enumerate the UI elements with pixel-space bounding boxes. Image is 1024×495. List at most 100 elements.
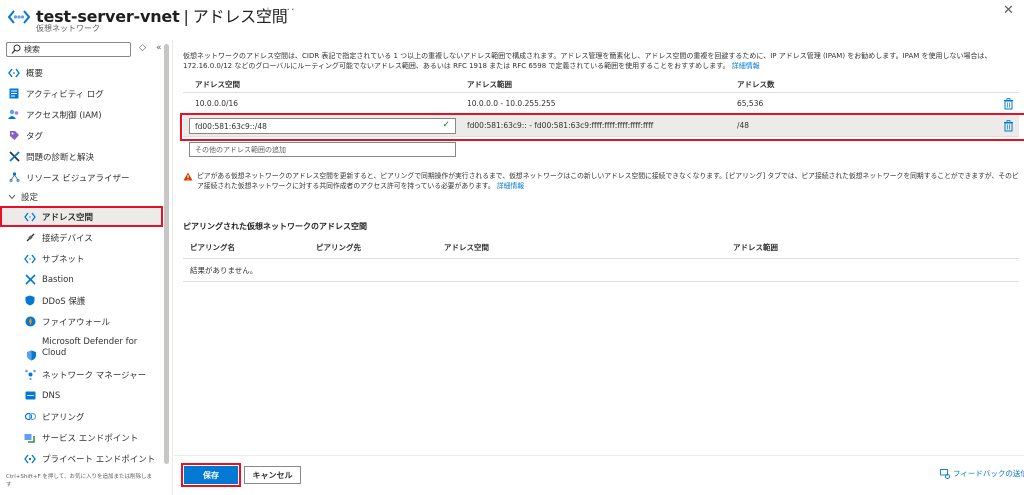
intro-text: 仮想ネットワークのアドレス空間は、CIDR 表記で指定されている 1 つ以上の重…: [183, 51, 1019, 71]
peering-warning: ピアがある仮想ネットワークのアドレス空間を更新すると、ピアリングで同期操作が実行…: [183, 171, 1019, 191]
warning-icon: [183, 172, 193, 181]
sidebar-item-address-space[interactable]: アドレス空間: [0, 206, 163, 227]
close-icon[interactable]: ✕: [1003, 3, 1014, 18]
sidebar-scrollbar[interactable]: [164, 44, 169, 464]
sidebar-item-label: ピアリング: [42, 412, 85, 423]
column-header-address-count: アドレス数: [737, 79, 775, 89]
cancel-button[interactable]: キャンセル: [244, 466, 301, 484]
sidebar-item-resource-visualizer[interactable]: リソース ビジュアライザー: [0, 167, 163, 188]
sidebar-item-defender[interactable]: Microsoft Defender for Cloud: [0, 332, 163, 364]
chevron-down-icon: [8, 191, 16, 203]
subnet-icon: [24, 253, 36, 265]
address-space-table: アドレス空間 アドレス範囲 アドレス数 10.0.0.0/16 10.0.0.0…: [180, 76, 1024, 141]
sidebar-item-overview[interactable]: 概要: [0, 62, 163, 83]
more-options-icon[interactable]: ···: [282, 3, 296, 16]
warning-learn-more-link[interactable]: 詳細情報: [497, 182, 524, 190]
diagnose-icon: [8, 151, 20, 163]
address-count-cell: 65,536: [737, 99, 764, 108]
sidebar-item-activity-log[interactable]: アクティビティ ログ: [0, 83, 163, 104]
tag-icon: [8, 130, 20, 142]
add-address-range-box[interactable]: [189, 142, 456, 157]
sidebar-item-label: タグ: [26, 131, 44, 142]
footer-divider: [174, 455, 1024, 456]
address-space-icon: [24, 211, 36, 223]
sidebar-item-iam[interactable]: アクセス制御 (IAM): [0, 104, 163, 125]
favorite-star-icon[interactable]: ☆: [263, 5, 273, 18]
activity-log-icon: [8, 88, 20, 100]
address-space-edit-box[interactable]: ✓: [189, 118, 456, 134]
sidebar-group-settings[interactable]: 設定: [0, 188, 163, 206]
table-row-editing: ✓ fd00:581:63c9:: - fd00:581:63c9:ffff:f…: [180, 113, 1024, 141]
address-range-cell: 10.0.0.0 - 10.0.255.255: [467, 99, 556, 108]
delete-trash-icon[interactable]: [1003, 120, 1014, 132]
valid-check-icon: ✓: [442, 120, 450, 130]
column-header-peering-name: ピアリング名: [190, 243, 235, 252]
nav-list: 概要 アクティビティ ログ アクセス制御 (IAM) タグ 問題の診断と解決 リ…: [0, 62, 163, 469]
main-content: 仮想ネットワークのアドレス空間は、CIDR 表記で指定されている 1 つ以上の重…: [174, 40, 1024, 495]
sidebar-item-peering[interactable]: ピアリング: [0, 406, 163, 427]
sidebar-item-label: サブネット: [42, 254, 85, 265]
sidebar-item-label: サービス エンドポイント: [42, 433, 139, 444]
peered-address-space-table: ピアリング名 ピアリング先 アドレス空間 アドレス範囲 結果がありません。: [183, 237, 1019, 282]
add-address-range-input[interactable]: [195, 144, 445, 155]
sidebar-item-diagnose[interactable]: 問題の診断と解決: [0, 146, 163, 167]
sidebar-item-bastion[interactable]: Bastion: [0, 269, 163, 290]
sidebar-item-network-manager[interactable]: ネットワーク マネージャー: [0, 364, 163, 385]
virtual-network-icon: [8, 10, 30, 24]
table-row: 10.0.0.0/16 10.0.0.0 - 10.0.255.255 65,5…: [183, 93, 1019, 115]
delete-trash-icon[interactable]: [1003, 98, 1014, 110]
sidebar-item-subnets[interactable]: サブネット: [0, 248, 163, 269]
ddos-icon: [24, 295, 36, 307]
column-header-peering-target: ピアリング先: [316, 243, 361, 252]
peered-address-space-title: ピアリングされた仮想ネットワークのアドレス空間: [183, 222, 367, 231]
sidebar-group-label: 設定: [21, 193, 39, 203]
sidebar-item-label: プライベート エンドポイント: [42, 454, 156, 465]
intro-learn-more-link[interactable]: 詳細情報: [732, 62, 760, 70]
sidebar-item-label: 問題の診断と解決: [26, 152, 95, 163]
table-header-row: ピアリング名 ピアリング先 アドレス空間 アドレス範囲: [183, 237, 1019, 259]
sidebar-item-label: ネットワーク マネージャー: [42, 370, 147, 381]
warning-text: ピアがある仮想ネットワークのアドレス空間を更新すると、ピアリングで同期操作が実行…: [197, 172, 1019, 190]
collapse-menu-icon[interactable]: «: [156, 43, 162, 53]
menu-search-box[interactable]: [6, 42, 131, 57]
iam-icon: [8, 109, 20, 121]
dns-icon: [24, 390, 36, 402]
column-header-address-space: アドレス空間: [195, 79, 240, 89]
title-separator: |: [183, 7, 189, 26]
resource-type: 仮想ネットワーク: [36, 24, 100, 33]
sidebar-item-private-endpoints[interactable]: プライベート エンドポイント: [0, 448, 163, 469]
sidebar-item-label: Microsoft Defender for Cloud: [42, 337, 138, 358]
page-header: test-server-vnet | アドレス空間 仮想ネットワーク ☆ ··· ✕: [0, 0, 1024, 40]
sidebar-item-tags[interactable]: タグ: [0, 125, 163, 146]
firewall-icon: [24, 316, 36, 328]
menu-search-input[interactable]: [24, 44, 124, 55]
address-space-input[interactable]: [195, 120, 435, 132]
sidebar-item-dns[interactable]: DNS: [0, 385, 163, 406]
save-button[interactable]: 保存: [181, 463, 241, 487]
sidebar-item-label: DDoS 保護: [42, 296, 86, 307]
sidebar-item-service-endpoints[interactable]: サービス エンドポイント: [0, 427, 163, 448]
sidebar-item-label: 接続デバイス: [42, 233, 93, 244]
feedback-link[interactable]: フィードバックの送信: [940, 468, 1024, 479]
sidebar-item-ddos[interactable]: DDoS 保護: [0, 290, 163, 311]
overview-icon: [8, 67, 20, 79]
address-space-cell: 10.0.0.0/16: [195, 99, 239, 108]
sidebar-item-connected-devices[interactable]: 接続デバイス: [0, 227, 163, 248]
table-header-row: アドレス空間 アドレス範囲 アドレス数: [183, 76, 1019, 93]
feedback-label: フィードバックの送信: [953, 469, 1024, 478]
sidebar-item-label: アドレス空間: [42, 212, 94, 223]
service-endpoint-icon: [24, 432, 36, 444]
shortcut-hint-line-2: す: [6, 482, 12, 488]
intro-description: 仮想ネットワークのアドレス空間は、CIDR 表記で指定されている 1 つ以上の重…: [183, 52, 992, 70]
bastion-icon: [24, 274, 36, 286]
sidebar-item-label: アクティビティ ログ: [26, 89, 104, 100]
empty-results-message: 結果がありません。: [183, 259, 1019, 282]
sidebar-item-label: リソース ビジュアライザー: [26, 173, 130, 184]
expand-menu-icon[interactable]: ◇: [139, 43, 146, 53]
sidebar-item-firewall[interactable]: ファイアウォール: [0, 311, 163, 332]
search-icon: [11, 44, 21, 54]
address-count-cell: /48: [737, 121, 750, 130]
column-header-address-range: アドレス範囲: [733, 243, 778, 252]
column-header-address-range: アドレス範囲: [467, 79, 512, 89]
connected-devices-icon: [24, 232, 36, 244]
